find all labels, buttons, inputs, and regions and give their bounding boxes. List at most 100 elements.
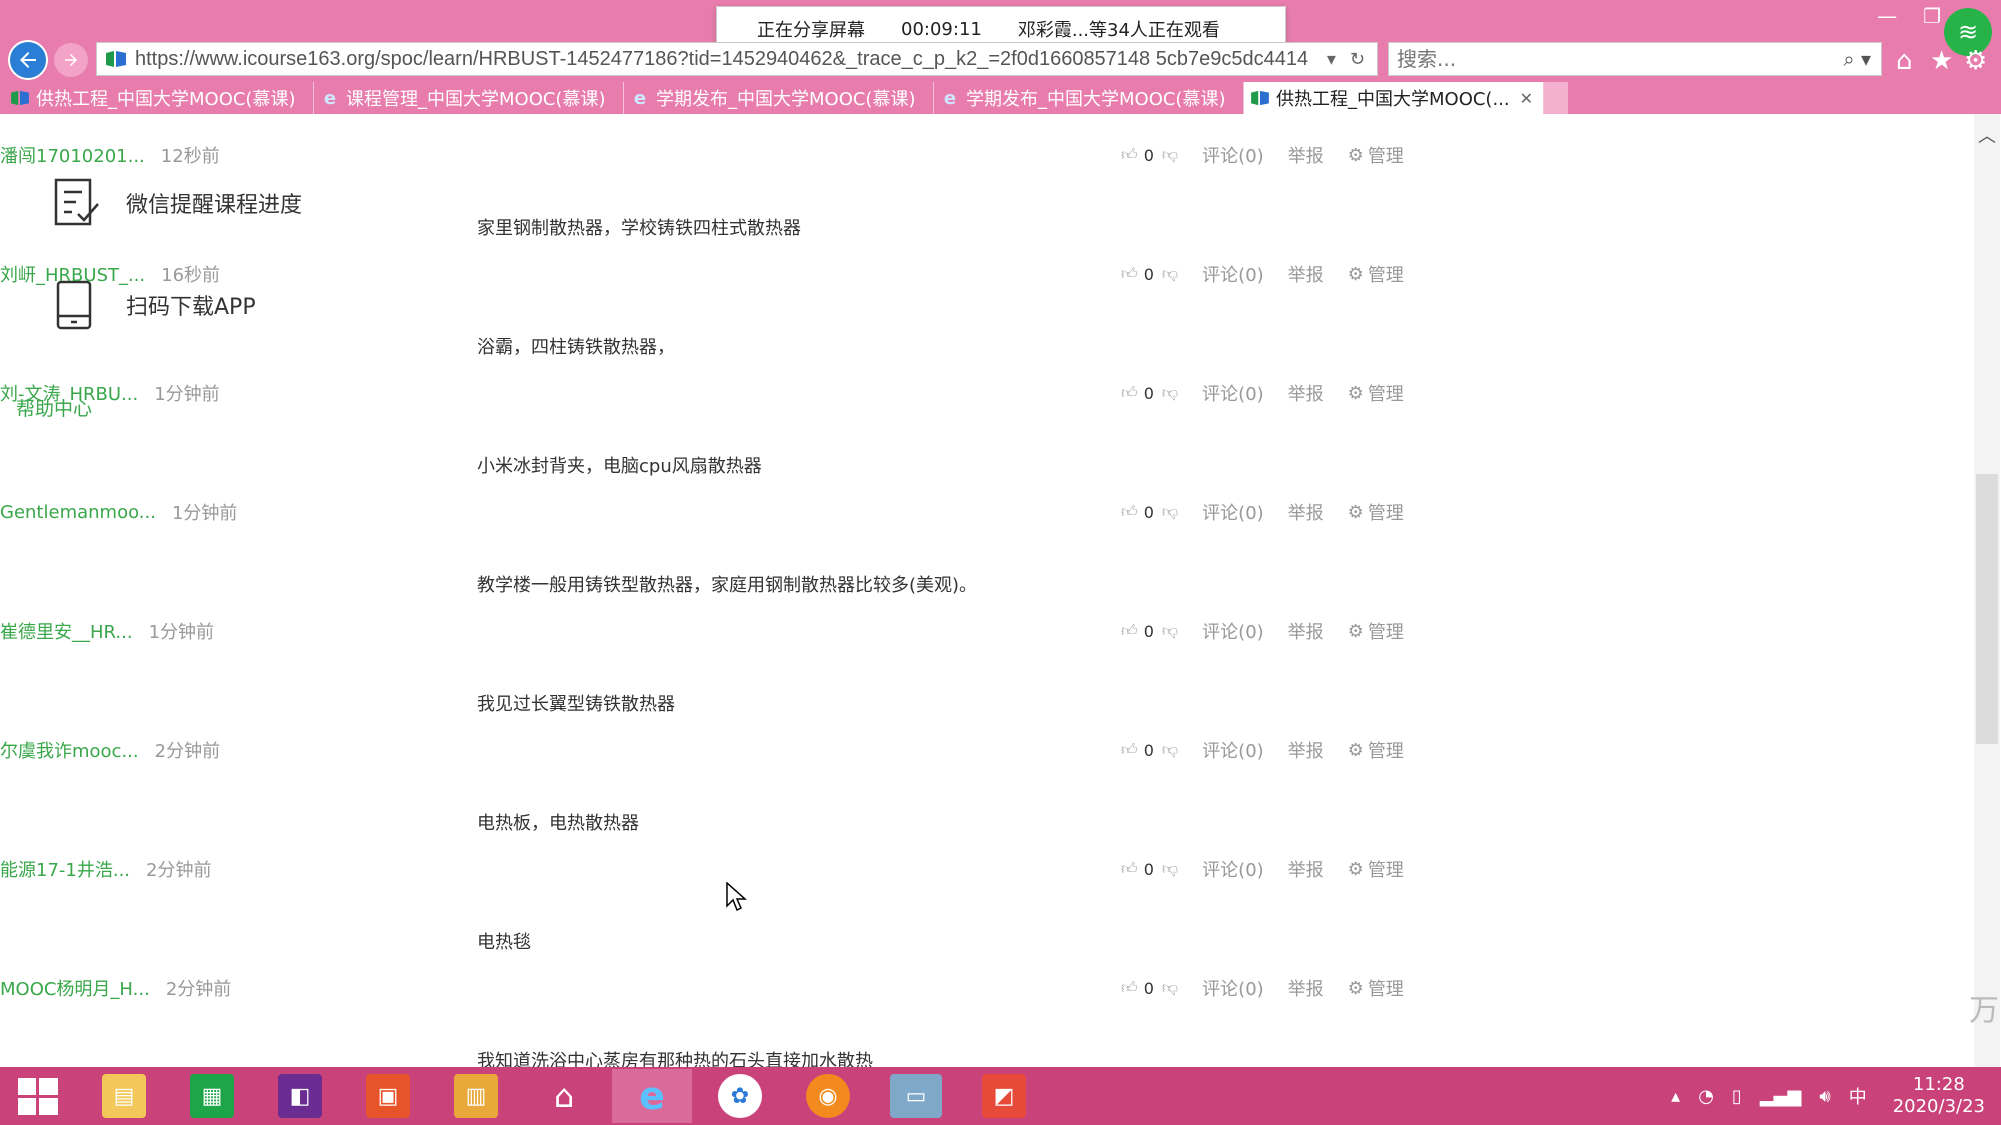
comment-author[interactable]: 能源17-1井浩... [0, 856, 130, 882]
restore-icon[interactable]: ❐ [1923, 4, 1941, 28]
taskbar-photos[interactable]: ▣ [348, 1069, 428, 1123]
comment-author[interactable]: MOOC杨明月_H... [0, 975, 150, 1001]
url-text[interactable]: https://www.icourse163.org/spoc/learn/HR… [135, 48, 1315, 71]
report-button[interactable]: 举报 [1288, 856, 1324, 882]
new-tab-button[interactable] [1544, 82, 1568, 114]
taskbar-ie[interactable]: e [612, 1069, 692, 1123]
thumbs-up-icon[interactable]: 👍︎ [1121, 145, 1138, 165]
vertical-scrollbar[interactable]: ︿ [1974, 114, 2000, 1067]
taskbar-app-purple[interactable]: ◧ [260, 1069, 340, 1123]
search-box[interactable]: ⌕ ▾ [1388, 42, 1882, 76]
thumbs-up-icon[interactable]: 👍︎ [1121, 264, 1138, 284]
tab-3[interactable]: e 学期发布_中国大学MOOC(慕课) [624, 82, 934, 114]
taskbar-course-app[interactable]: ▭ [876, 1069, 956, 1123]
system-clock[interactable]: 11:28 2020/3/23 [1893, 1074, 1985, 1118]
report-button[interactable]: 举报 [1288, 618, 1324, 644]
thumbs-down-icon[interactable]: 👎︎ [1162, 383, 1178, 403]
comment-button[interactable]: 评论(0) [1202, 380, 1264, 406]
dropdown-icon[interactable]: ▾ [1327, 49, 1336, 70]
manage-button[interactable]: ⚙ 管理 [1348, 380, 1404, 406]
thumbs-up-icon[interactable]: 👍︎ [1121, 383, 1138, 403]
report-button[interactable]: 举报 [1288, 261, 1324, 287]
taskbar-store[interactable]: ▦ [172, 1069, 252, 1123]
comment-button[interactable]: 评论(0) [1202, 856, 1264, 882]
manage-button[interactable]: ⚙ 管理 [1348, 737, 1404, 763]
manage-button[interactable]: ⚙ 管理 [1348, 499, 1404, 525]
manage-button[interactable]: ⚙ 管理 [1348, 618, 1404, 644]
comment-author[interactable]: 崔德里安__HR... [0, 618, 133, 644]
wechat-reminder-link[interactable]: 微信提醒课程进度 [52, 176, 302, 230]
favorites-star-icon[interactable]: ★ [1930, 46, 1953, 76]
report-button[interactable]: 举报 [1288, 737, 1324, 763]
comment-button[interactable]: 评论(0) [1202, 975, 1264, 1001]
report-button[interactable]: 举报 [1288, 380, 1324, 406]
tab-4[interactable]: e 学期发布_中国大学MOOC(慕课) [934, 82, 1244, 114]
thumbs-up-icon[interactable]: 👍︎ [1121, 740, 1138, 760]
report-button[interactable]: 举报 [1288, 142, 1324, 168]
address-bar[interactable]: https://www.icourse163.org/spoc/learn/HR… [96, 42, 1378, 76]
thumbs-down-icon[interactable]: 👎︎ [1162, 978, 1178, 998]
comment-button[interactable]: 评论(0) [1202, 737, 1264, 763]
search-icon[interactable]: ⌕ ▾ [1843, 47, 1871, 71]
forward-button[interactable] [54, 43, 88, 77]
thumbs-down-icon[interactable]: 👎︎ [1162, 740, 1178, 760]
taskbar-home[interactable]: ⌂ [524, 1069, 604, 1123]
scroll-up-icon[interactable]: ︿ [1974, 122, 2000, 148]
comment-button[interactable]: 评论(0) [1202, 261, 1264, 287]
comment-actions: 👍︎ 0 👎︎ 评论(0) 举报 ⚙ 管理 [1121, 737, 1404, 763]
ie-icon: e [633, 87, 647, 109]
thumbs-up-icon[interactable]: 👍︎ [1121, 978, 1138, 998]
start-button[interactable] [0, 1069, 76, 1123]
qq-icon[interactable]: ◔ [1698, 1086, 1714, 1107]
comment-author[interactable]: 刘-文涛_HRBU... [0, 380, 138, 406]
thumbs-up-icon[interactable]: 👍︎ [1121, 502, 1138, 522]
close-icon[interactable]: ✕ [1520, 89, 1533, 108]
report-button[interactable]: 举报 [1288, 499, 1324, 525]
thumbs-down-icon[interactable]: 👎︎ [1162, 621, 1178, 641]
home-icon[interactable]: ⌂ [1896, 46, 1913, 76]
thumbs-down-icon[interactable]: 👎︎ [1162, 502, 1178, 522]
thumbs-down-icon[interactable]: 👎︎ [1162, 264, 1178, 284]
gear-icon: ⚙ [1347, 501, 1364, 523]
manage-button[interactable]: ⚙ 管理 [1348, 975, 1404, 1001]
minimize-icon[interactable]: — [1877, 4, 1897, 28]
comment-author[interactable]: 刘岍_HRBUST_... [0, 261, 145, 287]
ime-indicator[interactable]: 中 [1849, 1083, 1867, 1109]
volume-icon[interactable]: 🔊︎ [1819, 1086, 1830, 1107]
taskbar-firefox[interactable]: ◉ [788, 1069, 868, 1123]
manage-label: 管理 [1367, 265, 1404, 286]
manage-button[interactable]: ⚙ 管理 [1348, 142, 1404, 168]
comment-button[interactable]: 评论(0) [1202, 499, 1264, 525]
taskbar-baidu[interactable]: ✿ [700, 1069, 780, 1123]
comment-author[interactable]: 潘闯17010201... [0, 142, 145, 168]
comment-time: 1分钟前 [171, 503, 238, 524]
comment-author[interactable]: 尔虞我诈mooc... [0, 737, 139, 763]
device-icon[interactable]: ▯ [1732, 1086, 1742, 1107]
thumbs-up-icon[interactable]: 👍︎ [1121, 621, 1138, 641]
tab-2[interactable]: e 课程管理_中国大学MOOC(慕课) [314, 82, 624, 114]
comment-author[interactable]: Gentlemanmoo... [0, 502, 156, 523]
report-button[interactable]: 举报 [1288, 975, 1324, 1001]
scrollbar-thumb[interactable] [1976, 474, 1998, 744]
settings-gear-icon[interactable]: ⚙ [1964, 46, 1987, 76]
ie-icon: e [943, 87, 957, 109]
search-input[interactable] [1397, 47, 1844, 71]
taskbar-ppt[interactable]: ◩ [964, 1069, 1044, 1123]
thumbs-down-icon[interactable]: 👎︎ [1162, 145, 1178, 165]
tab-5-active[interactable]: 供热工程_中国大学MOOC(... ✕ [1244, 82, 1544, 114]
thumbs-down-icon[interactable]: 👎︎ [1162, 859, 1178, 879]
taskbar-file-explorer[interactable]: ▤ [84, 1069, 164, 1123]
comment-button[interactable]: 评论(0) [1202, 142, 1264, 168]
refresh-icon[interactable]: ↻ [1350, 49, 1365, 70]
comment-text: 教学楼一般用铸铁型散热器，家庭用钢制散热器比较多(美观)。 [477, 575, 978, 596]
thumbs-up-icon[interactable]: 👍︎ [1121, 859, 1138, 879]
manage-button[interactable]: ⚙ 管理 [1348, 261, 1404, 287]
back-button[interactable] [8, 40, 48, 80]
tab-1[interactable]: 供热工程_中国大学MOOC(慕课) [4, 82, 314, 114]
manage-button[interactable]: ⚙ 管理 [1348, 856, 1404, 882]
signal-icon[interactable]: ▂▄▆ [1760, 1086, 1802, 1107]
comment-button[interactable]: 评论(0) [1202, 618, 1264, 644]
notes-icon: ▥ [454, 1074, 498, 1118]
taskbar-notes[interactable]: ▥ [436, 1069, 516, 1123]
tray-expand-icon[interactable]: ▴ [1671, 1086, 1680, 1107]
